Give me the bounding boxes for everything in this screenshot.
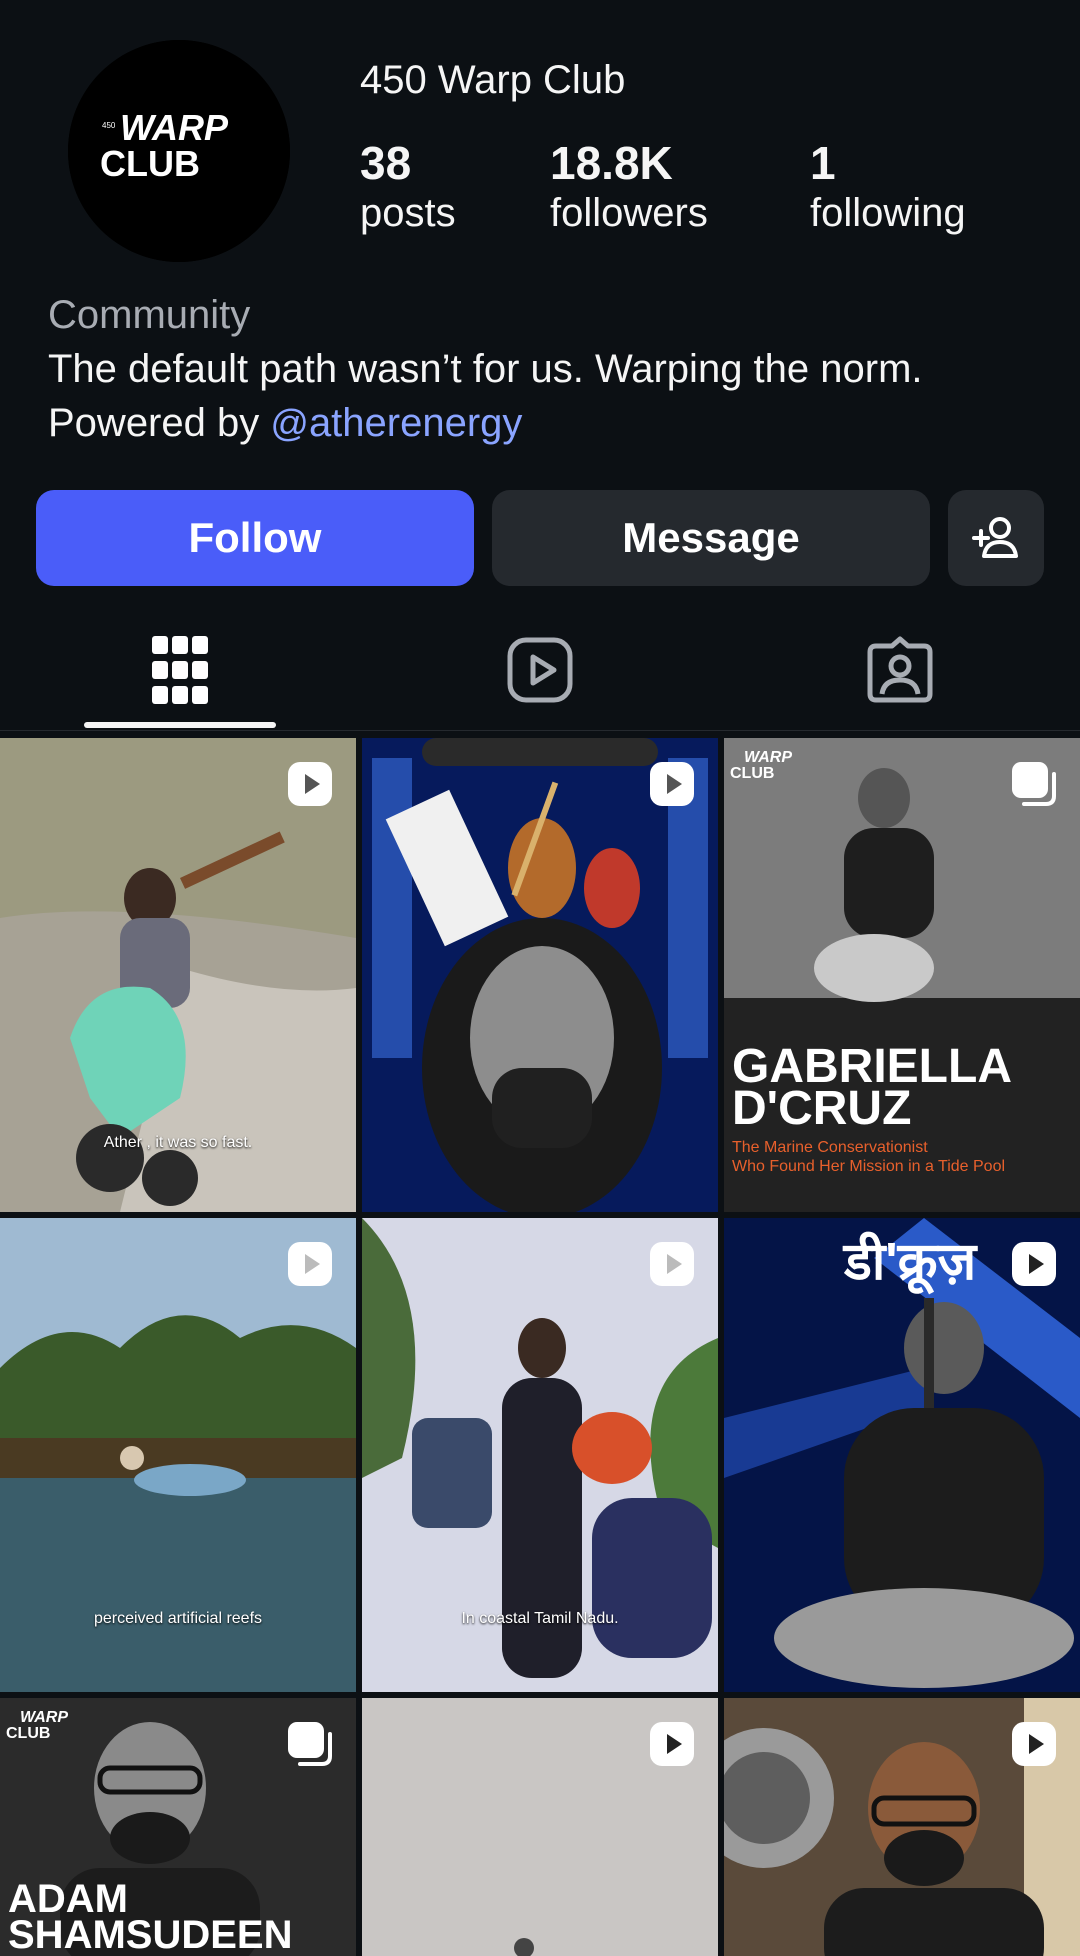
- reel-badge-icon: [288, 1242, 332, 1286]
- post-caption: perceived artificial reefs: [93, 1610, 263, 1627]
- logo-bottom: CLUB: [730, 765, 775, 782]
- followers-count: 18.8K: [550, 137, 673, 189]
- post-tile[interactable]: WARP CLUB ADAM SHAMSUDEEN: [0, 1698, 356, 1956]
- reel-badge-icon: [1012, 1242, 1056, 1286]
- mention-handle: atherenergy: [308, 401, 523, 445]
- posts-label: posts: [360, 191, 456, 235]
- reel-badge-icon: [650, 762, 694, 806]
- post-subtitle-line2: Who Found Her Mission in a Tide Pool: [732, 1158, 1006, 1175]
- mention-link[interactable]: @atherenergy: [270, 401, 522, 445]
- logo-top: WARP: [20, 1709, 68, 1726]
- warp-club-logo: WARP CLUB: [730, 750, 810, 790]
- logo-top: WARP: [744, 749, 792, 766]
- logo-bottom: CLUB: [6, 1725, 51, 1742]
- posts-stat[interactable]: 38 posts: [360, 136, 456, 236]
- profile-name: 450 Warp Club: [360, 58, 626, 102]
- post-tile[interactable]: [724, 1698, 1080, 1956]
- post-caption: Ather , it was so fast.: [103, 1134, 253, 1151]
- profile-tabs: [0, 610, 1080, 731]
- reel-badge-icon: [650, 1722, 694, 1766]
- reel-badge-icon: [650, 1242, 694, 1286]
- threads-icon: @: [270, 403, 309, 445]
- profile-avatar[interactable]: 450 WARP CLUB: [68, 40, 290, 262]
- post-tile[interactable]: In coastal Tamil Nadu.: [362, 1218, 718, 1692]
- bio-powered-line: Powered by @atherenergy: [48, 396, 1048, 451]
- profile-header: 450 WARP CLUB 450 Warp Club 38 posts 18.…: [0, 0, 1080, 445]
- tab-reels[interactable]: [360, 610, 720, 730]
- carousel-badge-icon: [1012, 762, 1056, 806]
- tab-tagged[interactable]: [720, 610, 1080, 730]
- post-tile[interactable]: [362, 1698, 718, 1956]
- bio-powered-text: Powered by: [48, 401, 260, 445]
- followers-label: followers: [550, 191, 708, 235]
- reels-icon: [507, 637, 573, 703]
- following-label: following: [810, 191, 966, 235]
- post-tile[interactable]: WARP CLUB GABRIELLA D'CRUZ The Marine Co…: [724, 738, 1080, 1212]
- avatar-logo-top: WARP: [120, 107, 229, 148]
- bio-text: The default path wasn’t for us. Warping …: [48, 347, 923, 391]
- reel-badge-icon: [288, 762, 332, 806]
- reel-badge-icon: [1012, 1722, 1056, 1766]
- active-tab-indicator: [84, 722, 276, 728]
- post-overlay-text: डी'क्रूज़: [844, 1233, 977, 1291]
- follow-button[interactable]: Follow: [36, 490, 474, 586]
- post-tile[interactable]: [362, 738, 718, 1212]
- profile-category: Community: [48, 293, 251, 337]
- add-person-icon: [972, 517, 1018, 558]
- suggested-people-button[interactable]: [948, 490, 1044, 586]
- post-tile[interactable]: डी'क्रूज़: [724, 1218, 1080, 1692]
- post-thumbnail: [362, 738, 718, 1212]
- tagged-icon: [867, 636, 933, 703]
- post-title-line2: SHAMSUDEEN: [8, 1913, 293, 1956]
- warp-club-logo: WARP CLUB: [6, 1710, 86, 1750]
- grid-icon: [152, 636, 208, 704]
- post-title-line2: D'CRUZ: [732, 1082, 912, 1135]
- following-count: 1: [810, 137, 836, 189]
- posts-count: 38: [360, 137, 412, 189]
- carousel-badge-icon: [288, 1722, 332, 1766]
- post-tile[interactable]: Ather , it was so fast.: [0, 738, 356, 1212]
- post-caption: In coastal Tamil Nadu.: [461, 1610, 619, 1627]
- post-subtitle-line1: The Marine Conservationist: [732, 1139, 928, 1156]
- avatar-tiny-text: 450: [102, 121, 116, 130]
- profile-bio: Community The default path wasn’t for us…: [48, 288, 1048, 451]
- followers-stat[interactable]: 18.8K followers: [550, 136, 708, 236]
- following-stat[interactable]: 1 following: [810, 136, 966, 236]
- message-button[interactable]: Message: [492, 490, 930, 586]
- avatar-logo-bottom: CLUB: [100, 143, 200, 184]
- tab-posts-grid[interactable]: [0, 610, 360, 730]
- post-tile[interactable]: perceived artificial reefs: [0, 1218, 356, 1692]
